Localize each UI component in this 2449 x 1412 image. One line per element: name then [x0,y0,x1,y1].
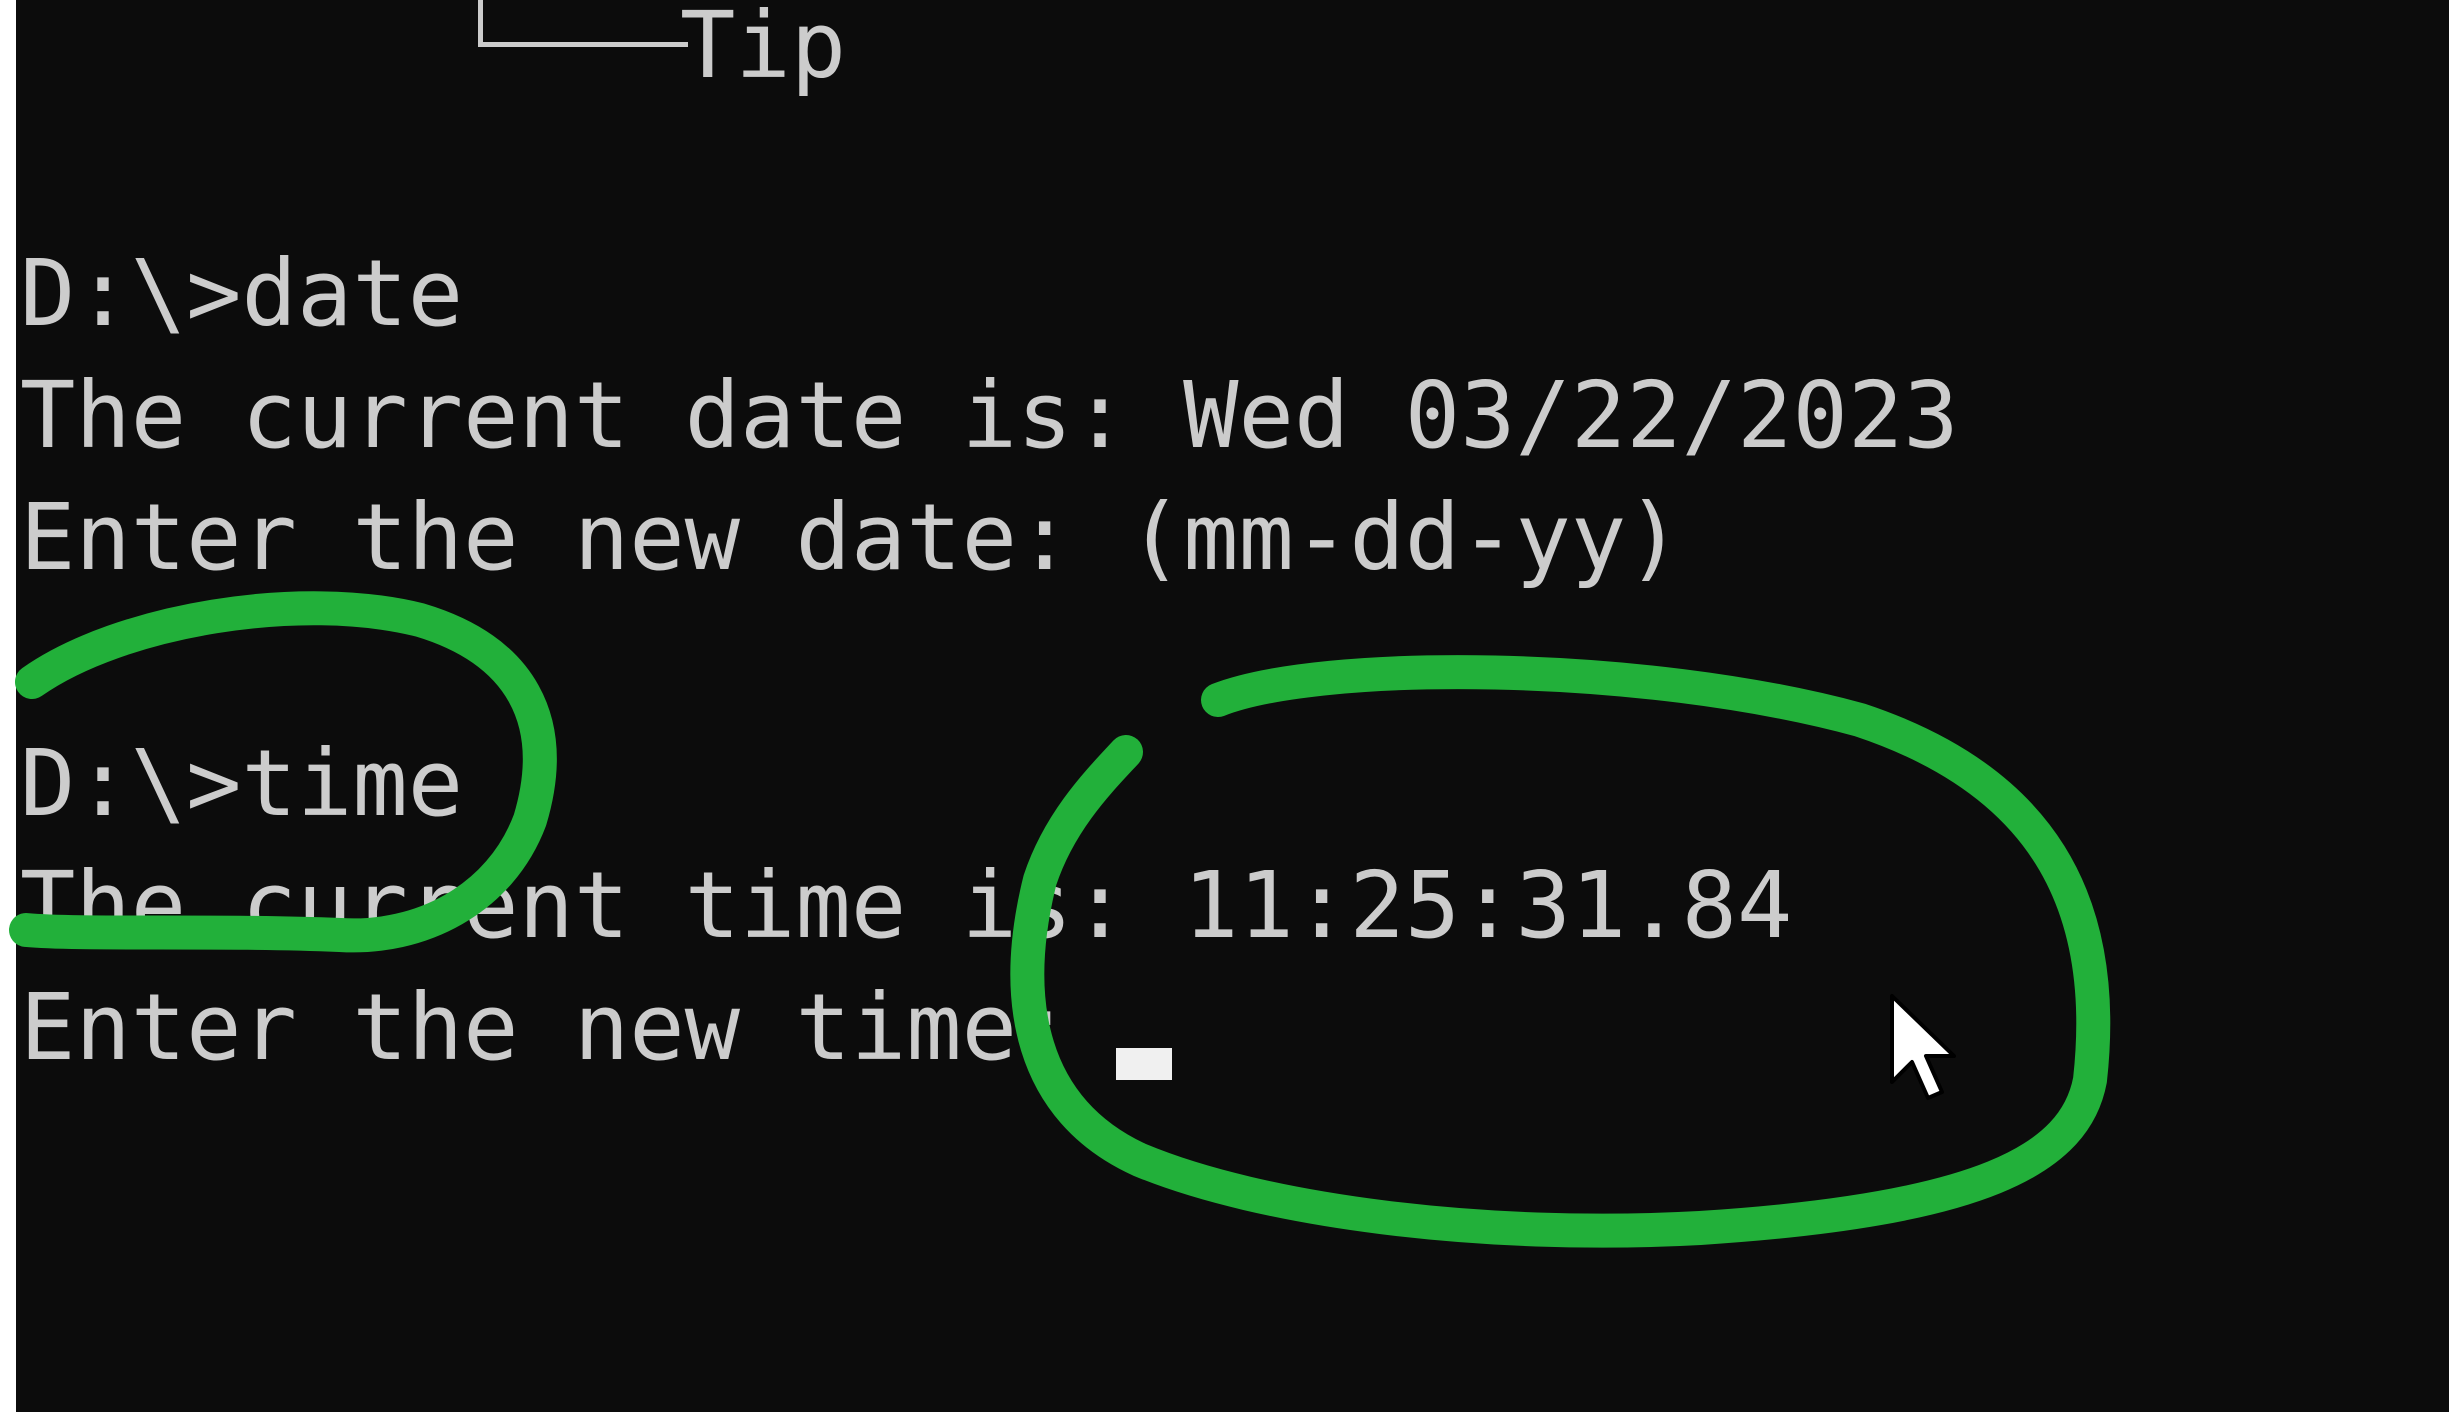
window-edge [0,0,16,1412]
tree-connector [478,0,688,47]
console-line-time-command: D:\>time [20,730,464,837]
tree-label: Tip [680,0,847,99]
text-cursor [1116,1048,1172,1080]
console-line-new-date-prompt: Enter the new date: (mm-dd-yy) [20,484,1682,591]
console-line-current-time: The current time is: 11:25:31.84 [20,852,1793,959]
console-line-date-command: D:\>date [20,240,464,347]
tree-connector-horizontal [478,42,688,47]
console-line-current-date: The current date is: Wed 03/22/2023 [20,362,1959,469]
screenshot: Tip D:\>date The current date is: Wed 03… [0,0,2449,1412]
console-line-new-time-prompt[interactable]: Enter the new time: [20,982,1072,1074]
tree-connector-vertical [478,0,483,46]
console-window[interactable]: Tip D:\>date The current date is: Wed 03… [16,0,2449,1412]
